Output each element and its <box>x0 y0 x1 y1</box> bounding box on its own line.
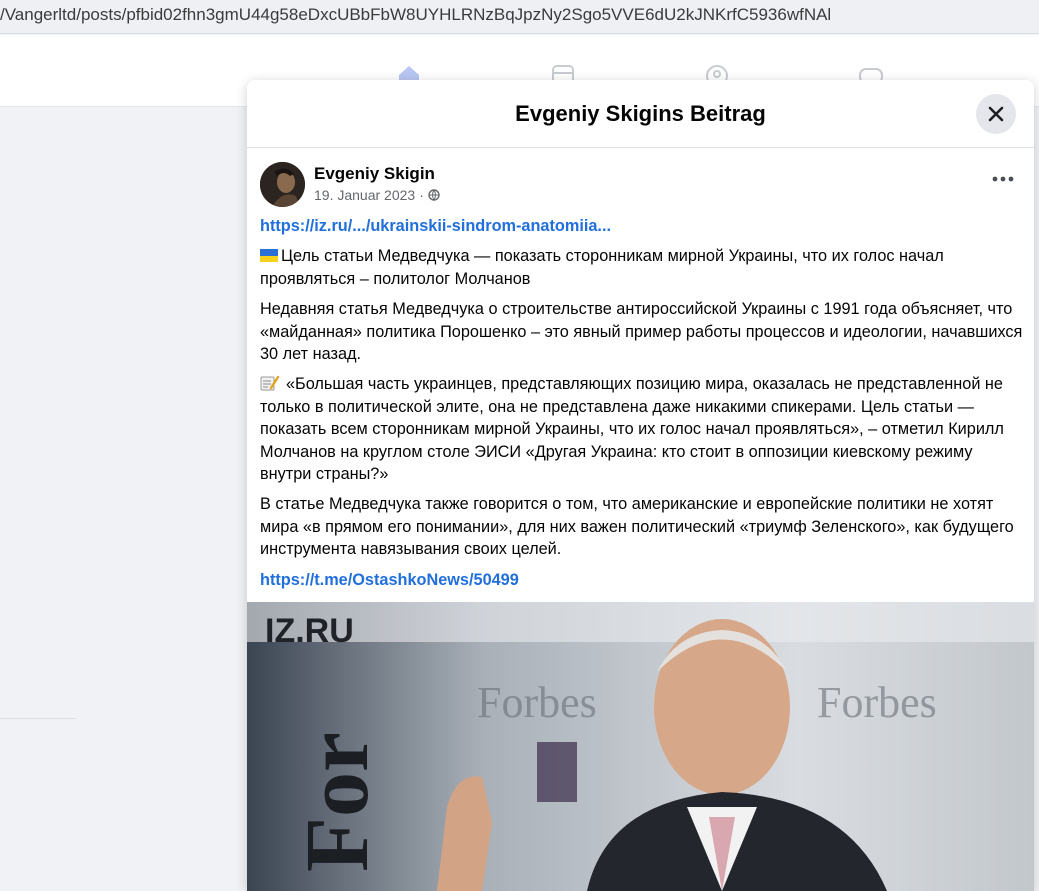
avatar[interactable] <box>260 162 305 207</box>
memo-icon <box>260 376 280 391</box>
post-photo[interactable]: IZ.RU Forbes Forbes For <box>247 602 1034 891</box>
ukraine-flag-icon <box>260 249 278 263</box>
article-link[interactable]: https://iz.ru/.../ukrainskii-sindrom-ana… <box>260 215 1023 237</box>
dialog-header: Evgeniy Skigins Beitrag <box>247 80 1034 148</box>
author-name[interactable]: Evgeniy Skigin <box>314 164 435 184</box>
photo-image: IZ.RU Forbes Forbes For <box>247 602 1034 891</box>
post-text: https://iz.ru/.../ukrainskii-sindrom-ana… <box>260 215 1023 591</box>
post-paragraph-4: В статье Медведчука также говорится о то… <box>260 495 1014 559</box>
dialog-title: Evgeniy Skigins Beitrag <box>515 101 766 126</box>
left-panel-divider <box>0 718 76 719</box>
post-paragraph-1: Цель статьи Медведчука — показать сторон… <box>260 245 1023 290</box>
meta-separator: · <box>419 187 424 203</box>
photo-logo-text: IZ.RU <box>265 612 354 650</box>
close-icon <box>988 106 1004 122</box>
telegram-link[interactable]: https://t.me/OstashkoNews/50499 <box>260 569 1023 591</box>
more-options-button[interactable] <box>990 166 1016 192</box>
photo-logo-text: For <box>288 732 387 872</box>
globe-icon <box>428 189 440 201</box>
paragraph-3-text: «Большая часть украинцев, представляющих… <box>260 375 1004 484</box>
photo-logo-text: Forbes <box>817 678 937 727</box>
avatar-image <box>260 162 305 207</box>
more-options-icon <box>992 176 1014 182</box>
post-paragraph-2: Недавняя статья Медведчука о строительст… <box>260 300 1023 364</box>
post-meta: 19. Januar 2023 · <box>314 187 440 203</box>
post-date[interactable]: 19. Januar 2023 <box>314 187 415 203</box>
paragraph-1-text: Цель статьи Медведчука — показать сторон… <box>260 247 944 288</box>
url-text: /Vangerltd/posts/pfbid02fhn3gmU44g58eDxc… <box>0 5 832 24</box>
post-paragraph-3: «Большая часть украинцев, представляющих… <box>260 373 1023 485</box>
photo-logo-text: Forbes <box>477 678 597 727</box>
close-button[interactable] <box>976 94 1016 134</box>
address-bar[interactable]: /Vangerltd/posts/pfbid02fhn3gmU44g58eDxc… <box>0 0 1039 34</box>
post-header: Evgeniy Skigin 19. Januar 2023 · <box>260 162 1020 208</box>
post-dialog: Evgeniy Skigins Beitrag Evgeniy Skigin 1… <box>247 80 1034 891</box>
